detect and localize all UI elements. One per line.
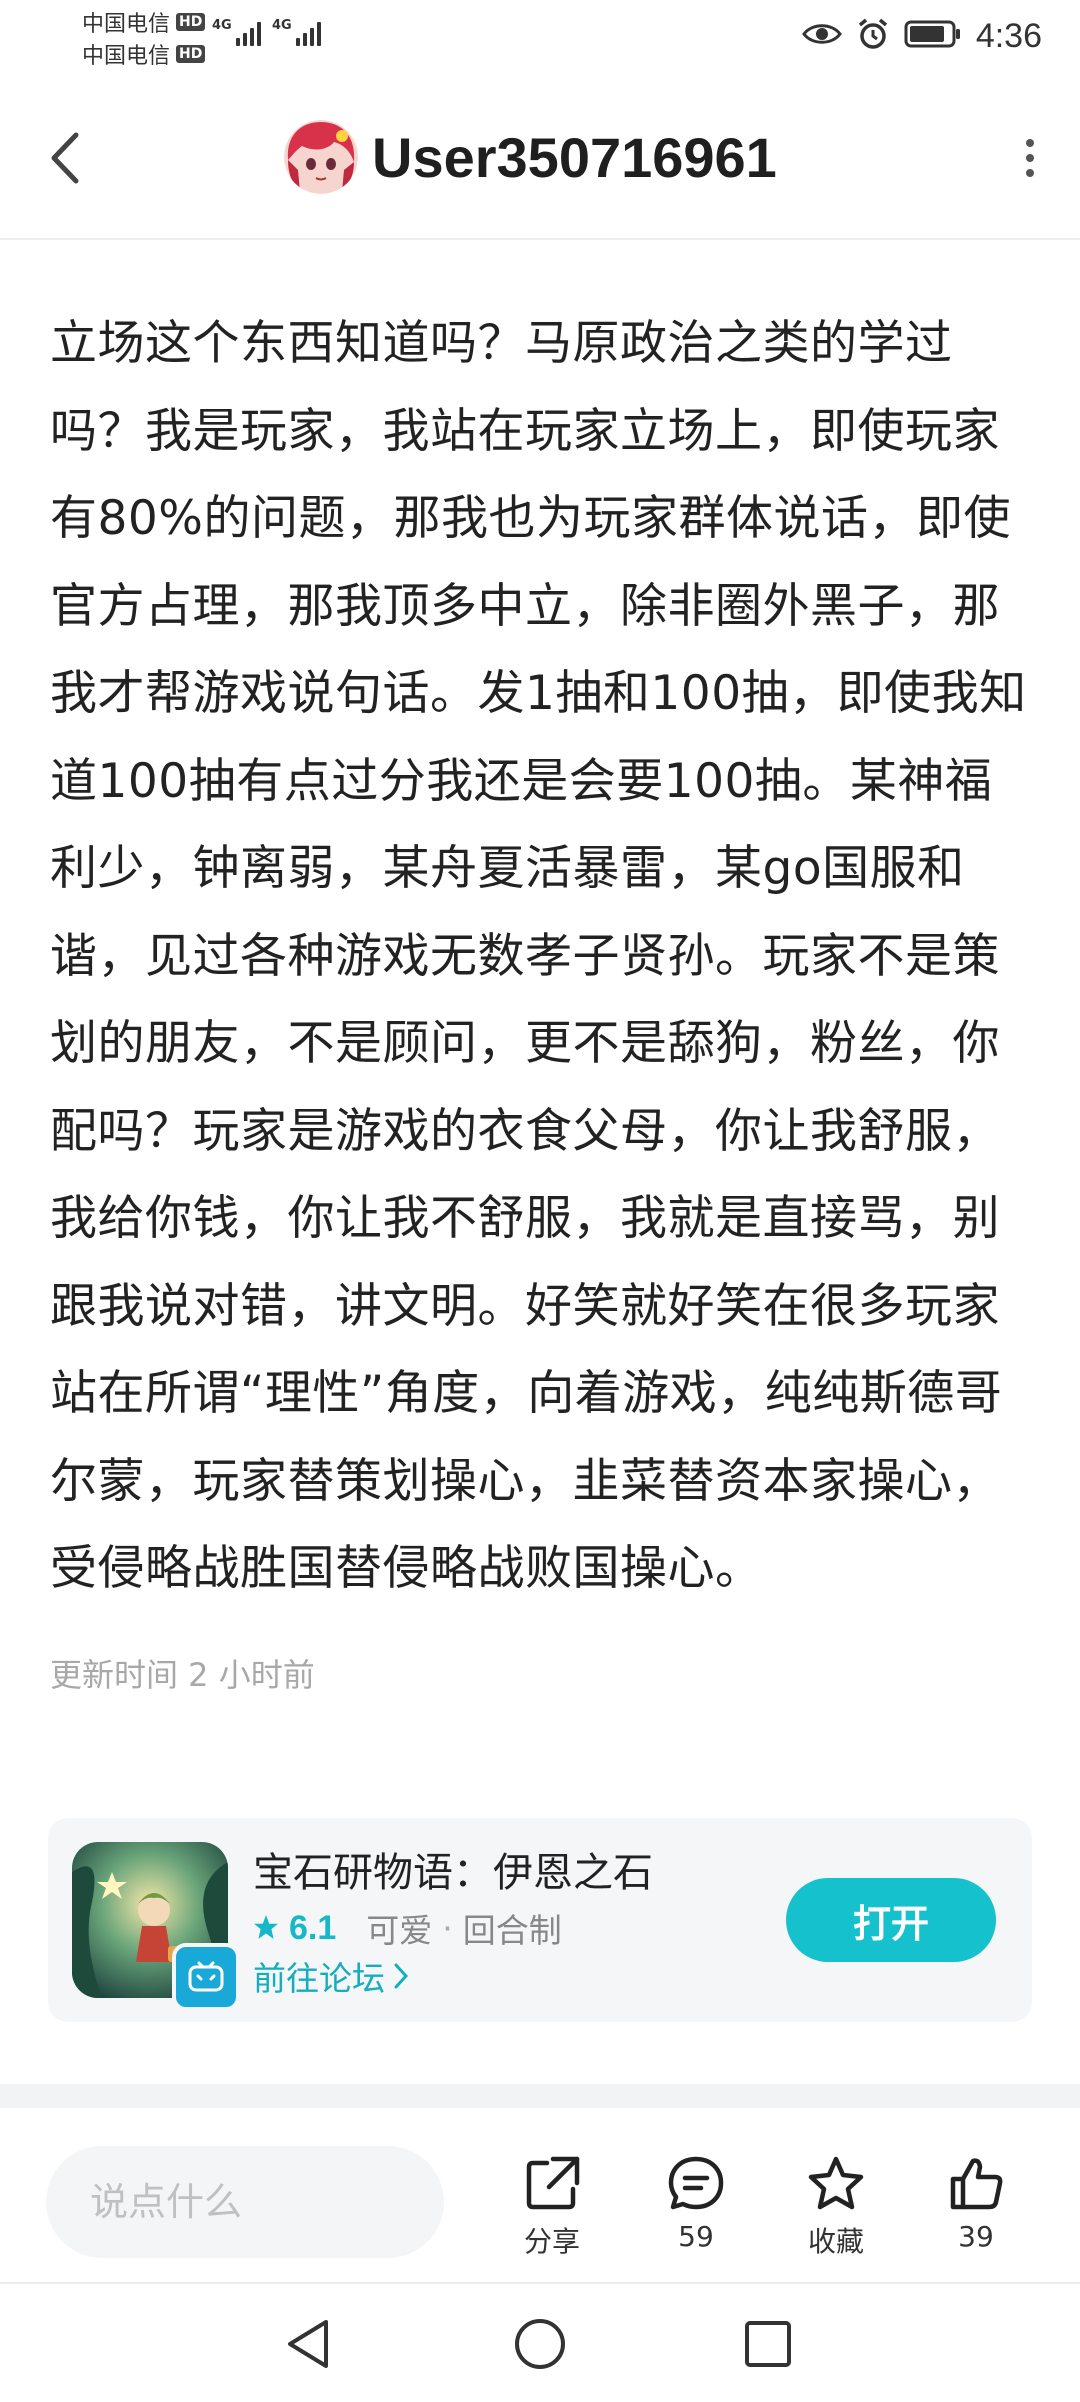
like-count: 39 (958, 2220, 994, 2253)
game-tag: 回合制 (462, 1911, 562, 1950)
avatar[interactable] (284, 120, 358, 194)
post-content: 立场这个东西知道吗？马原政治之类的学过吗？我是玩家，我站在玩家立场上，即使玩家有… (50, 316, 1027, 1596)
hd-badge: HD (176, 45, 206, 63)
network-type: 4G (272, 18, 292, 33)
section-divider (0, 2084, 1080, 2108)
nav-back-button[interactable] (278, 2314, 338, 2374)
game-tag: 可爱 (366, 1911, 433, 1950)
bottom-action-bar: 分享 59 收藏 39 (0, 2108, 1080, 2280)
star-icon (253, 1909, 279, 1948)
status-bar: 中国电信 HD 中国电信 HD 4G 4G 4:36 (0, 0, 1080, 78)
eye-comfort-icon (801, 21, 842, 51)
update-time: 更新时间 2 小时前 (50, 1656, 315, 1694)
nav-home-button[interactable] (510, 2314, 570, 2374)
carrier-1-name: 中国电信 (82, 12, 171, 37)
forum-link-label: 前往论坛 (253, 1959, 385, 1998)
thumbs-up-icon (916, 2154, 1036, 2214)
top-header: User350716961 (0, 78, 1080, 240)
game-title: 宝石研物语：伊恩之石 (253, 1850, 653, 1896)
network-type: 4G (212, 18, 232, 33)
platform-badge-icon (172, 1943, 240, 2011)
comment-count: 59 (678, 2220, 714, 2253)
favorite-button[interactable]: 收藏 (776, 2154, 896, 2260)
game-rating: 6.1 (289, 1908, 337, 1947)
carrier-2: 中国电信 HD (82, 38, 206, 70)
game-card[interactable]: 宝石研物语：伊恩之石 6.1 可爱 · 回合制 前往论坛 打开 (48, 1818, 1032, 2022)
chevron-right-icon (394, 1963, 409, 1989)
alarm-icon (856, 17, 890, 55)
share-label: 分享 (523, 2225, 580, 2258)
battery-icon (904, 19, 962, 53)
star-outline-icon (776, 2154, 896, 2214)
forum-link[interactable]: 前往论坛 (253, 1952, 409, 2000)
comment-icon (636, 2154, 756, 2214)
more-options-button[interactable] (1010, 128, 1050, 188)
more-dot (1026, 169, 1034, 177)
back-button[interactable] (40, 123, 90, 193)
comment-input[interactable] (46, 2146, 444, 2258)
carrier-2-name: 中国电信 (82, 44, 171, 69)
chevron-left-icon (51, 132, 79, 184)
status-icons: 4:36 (801, 14, 1042, 58)
share-icon (492, 2154, 612, 2214)
signal-strength-icon: 4G (272, 18, 321, 46)
tag-separator: · (442, 1908, 453, 1948)
clock: 4:36 (975, 16, 1042, 55)
share-button[interactable]: 分享 (492, 2154, 612, 2260)
square-recents-icon (745, 2321, 791, 2367)
hd-badge: HD (176, 13, 206, 31)
signal-strength-icon: 4G (212, 18, 261, 46)
game-meta: 6.1 可爱 · 回合制 (253, 1904, 562, 1952)
comment-button[interactable]: 59 (636, 2154, 756, 2253)
nav-recents-button[interactable] (738, 2314, 798, 2374)
circle-home-icon (515, 2319, 565, 2369)
favorite-label: 收藏 (807, 2225, 864, 2258)
triangle-back-icon (288, 2320, 328, 2368)
more-dot (1026, 139, 1034, 147)
header-username: User350716961 (372, 126, 777, 189)
carrier-1: 中国电信 HD (82, 6, 206, 38)
open-game-button[interactable]: 打开 (786, 1878, 996, 1962)
more-dot (1026, 154, 1034, 162)
system-navigation-bar (0, 2282, 1080, 2402)
like-button[interactable]: 39 (916, 2154, 1036, 2253)
